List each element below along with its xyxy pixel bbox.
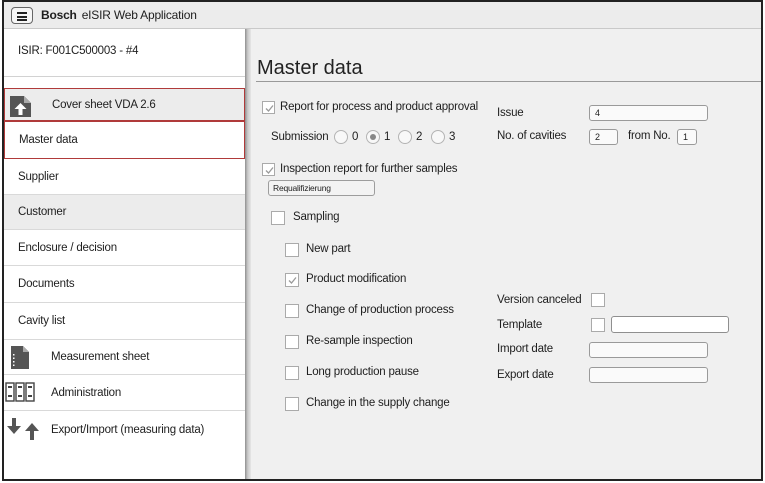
change-process-label: Change of production process bbox=[306, 304, 454, 316]
submission-option-1: 1 bbox=[384, 131, 391, 143]
isir-id: ISIR: F001C500003 - #4 bbox=[18, 45, 139, 57]
sidebar-item-export-import[interactable]: Export/Import (measuring data) bbox=[4, 411, 245, 448]
resample-checkbox[interactable] bbox=[285, 335, 299, 349]
sidebar-item-administration[interactable]: Administration bbox=[4, 375, 245, 411]
import-date-field[interactable] bbox=[589, 342, 708, 358]
sidebar: ISIR: F001C500003 - #4 Cover sheet VDA 2… bbox=[4, 29, 245, 479]
submission-radio-1[interactable] bbox=[366, 130, 380, 144]
submission-radio-0[interactable] bbox=[334, 130, 348, 144]
issue-field[interactable]: 4 bbox=[589, 105, 708, 121]
sidebar-item-label: Customer bbox=[18, 206, 67, 218]
export-import-icon bbox=[6, 417, 40, 444]
cavities-field[interactable]: 2 bbox=[589, 129, 618, 145]
submission-radio-3[interactable] bbox=[431, 130, 445, 144]
app-window: Bosch eISIR Web Application ISIR: F001C50… bbox=[2, 0, 763, 481]
administration-icon bbox=[5, 382, 35, 405]
sidebar-item-measurement-sheet[interactable]: Measurement sheet bbox=[4, 340, 245, 375]
template-label: Template bbox=[497, 319, 543, 331]
sidebar-item-label: Administration bbox=[51, 386, 122, 399]
long-pause-checkbox[interactable] bbox=[285, 366, 299, 380]
import-date-label: Import date bbox=[497, 343, 553, 355]
sidebar-item-master-data[interactable]: Master data bbox=[4, 121, 245, 159]
product-modification-label: Product modification bbox=[306, 273, 407, 285]
check-icon bbox=[265, 105, 274, 112]
version-canceled-label: Version canceled bbox=[497, 294, 582, 306]
sidebar-item-label: Documents bbox=[18, 278, 75, 290]
product-modification-checkbox[interactable] bbox=[285, 273, 299, 287]
sidebar-item-cover-sheet[interactable]: Cover sheet VDA 2.6 bbox=[4, 88, 245, 121]
check-icon bbox=[288, 277, 297, 284]
cavities-label: No. of cavities bbox=[497, 130, 567, 142]
brand-name: Bosch bbox=[41, 8, 77, 22]
menu-button[interactable] bbox=[11, 7, 33, 24]
sampling-label: Sampling bbox=[293, 211, 340, 223]
supply-change-label: Change in the supply change bbox=[306, 397, 450, 409]
sidebar-item-label: Supplier bbox=[18, 170, 59, 183]
new-part-checkbox[interactable] bbox=[285, 243, 299, 257]
sidebar-header: ISIR: F001C500003 - #4 bbox=[4, 29, 245, 77]
sidebar-item-customer[interactable]: Customer bbox=[4, 195, 245, 230]
from-no-label: from No. bbox=[628, 130, 671, 142]
title-divider bbox=[256, 81, 761, 82]
submission-radio-2[interactable] bbox=[398, 130, 412, 144]
sampling-checkbox[interactable] bbox=[271, 211, 285, 225]
report-process-checkbox[interactable] bbox=[262, 101, 275, 114]
requalification-button[interactable]: Requalifizierung bbox=[268, 180, 375, 196]
sidebar-item-cavity-list[interactable]: Cavity list bbox=[4, 303, 245, 340]
submission-option-2: 2 bbox=[416, 131, 423, 143]
main-panel: Master data Report for process and produ… bbox=[251, 29, 761, 479]
template-field[interactable] bbox=[611, 316, 729, 333]
template-checkbox[interactable] bbox=[591, 318, 605, 332]
export-date-label: Export date bbox=[497, 369, 554, 381]
supply-change-checkbox[interactable] bbox=[285, 397, 299, 411]
submission-option-0: 0 bbox=[352, 131, 359, 143]
change-process-checkbox[interactable] bbox=[285, 304, 299, 318]
sidebar-item-supplier[interactable]: Supplier bbox=[4, 159, 245, 195]
sidebar-item-label: Cavity list bbox=[18, 315, 66, 327]
submission-option-3: 3 bbox=[449, 131, 456, 143]
sidebar-item-label: Export/Import (measuring data) bbox=[51, 423, 205, 436]
inspection-report-label: Inspection report for further samples bbox=[280, 163, 458, 175]
measurement-sheet-icon bbox=[10, 345, 30, 373]
inspection-report-checkbox[interactable] bbox=[262, 163, 275, 176]
sidebar-item-label: Cover sheet VDA 2.6 bbox=[52, 98, 156, 111]
long-pause-label: Long production pause bbox=[306, 366, 419, 378]
sidebar-item-label: Measurement sheet bbox=[51, 351, 150, 363]
title-bar: Bosch eISIR Web Application bbox=[4, 2, 761, 29]
sidebar-item-documents[interactable]: Documents bbox=[4, 266, 245, 303]
sidebar-item-label: Master data bbox=[19, 134, 78, 146]
report-process-label: Report for process and product approval bbox=[280, 101, 479, 113]
check-icon bbox=[265, 167, 274, 174]
version-canceled-checkbox[interactable] bbox=[591, 293, 605, 307]
from-no-field[interactable]: 1 bbox=[677, 129, 697, 145]
app-name: eISIR Web Application bbox=[81, 8, 197, 22]
submission-label: Submission bbox=[271, 131, 329, 143]
new-part-label: New part bbox=[306, 243, 351, 255]
app-title: Bosch eISIR Web Application bbox=[41, 8, 197, 22]
issue-label: Issue bbox=[497, 107, 524, 119]
export-date-field[interactable] bbox=[589, 367, 708, 383]
page-title: Master data bbox=[257, 57, 363, 79]
document-upload-icon bbox=[7, 94, 33, 121]
sidebar-item-enclosure[interactable]: Enclosure / decision bbox=[4, 230, 245, 266]
resample-label: Re-sample inspection bbox=[306, 335, 413, 347]
sidebar-item-label: Enclosure / decision bbox=[18, 241, 117, 254]
